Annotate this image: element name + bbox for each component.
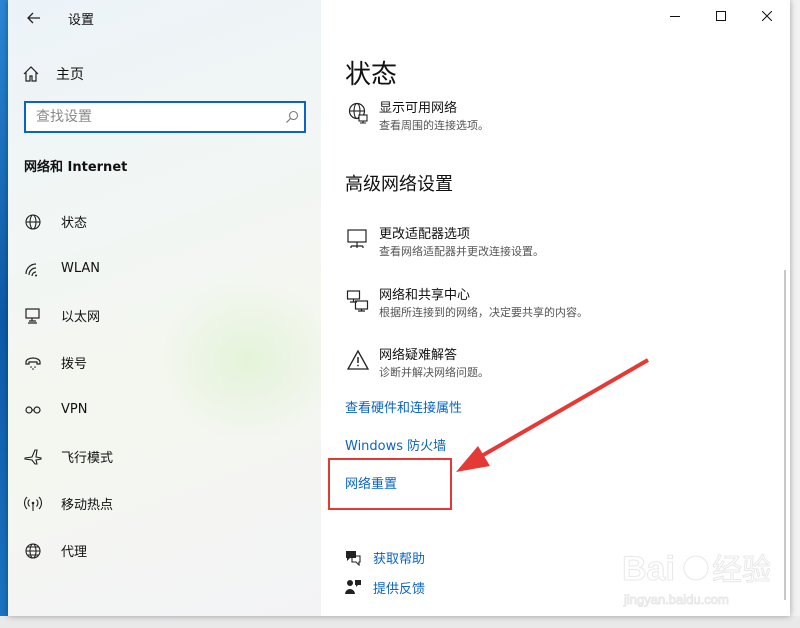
settings-window: 设置 主页 网络和 Internet 状态 xyxy=(8,0,790,616)
svg-text:Bai: Bai xyxy=(622,550,675,588)
svg-text:经验: 经验 xyxy=(712,554,770,587)
desktop-background xyxy=(0,0,8,628)
desktop-background-right xyxy=(790,0,800,628)
annotation-arrow xyxy=(456,358,649,472)
baidu-watermark-logo: Bai 经验 jingyan.baidu.com xyxy=(622,550,771,608)
svg-text:jingyan.baidu.com: jingyan.baidu.com xyxy=(623,592,729,607)
desktop-background-bottom xyxy=(0,616,800,628)
